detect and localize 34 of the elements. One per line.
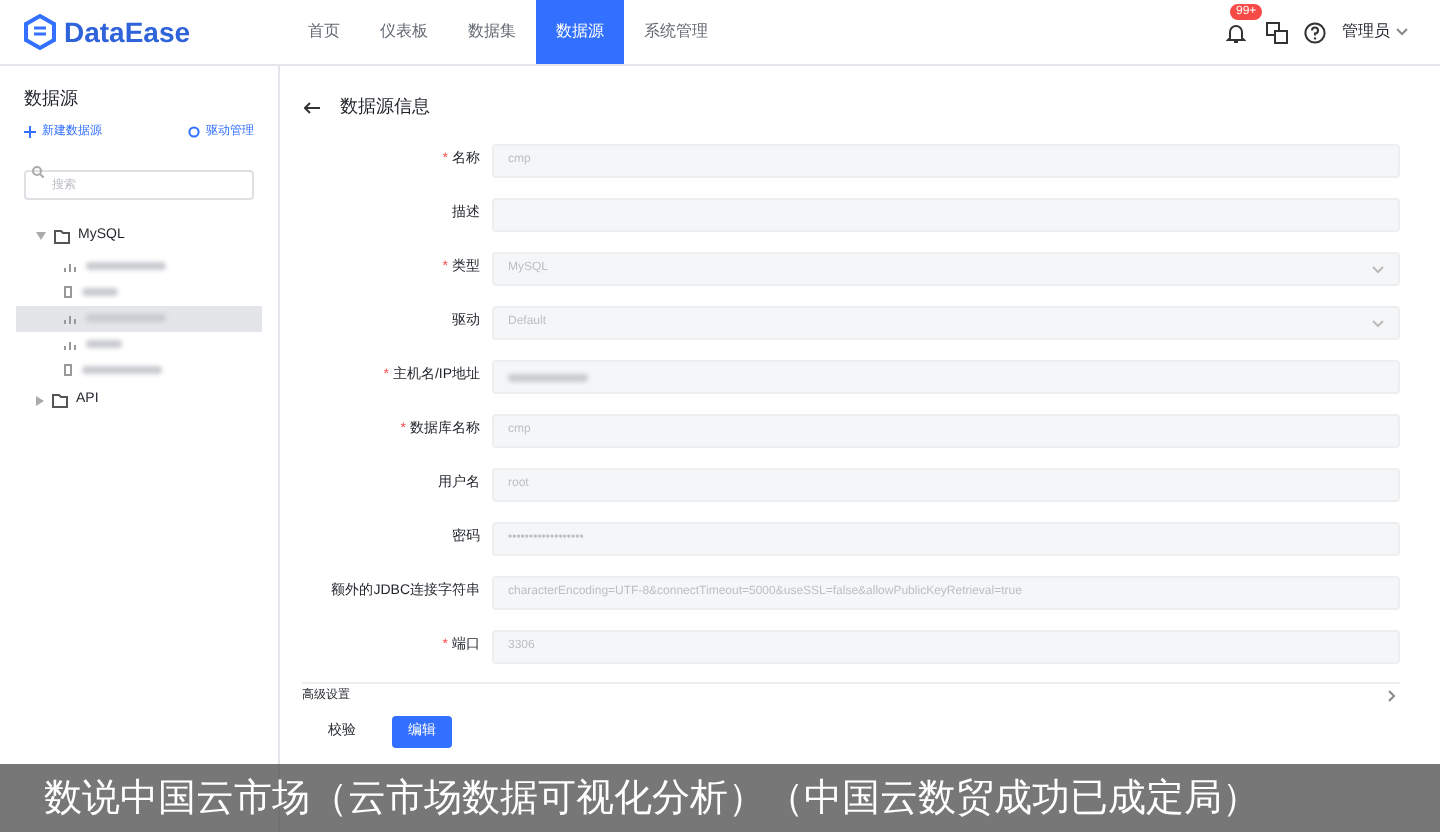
nav-tab[interactable]: 数据集 [448,0,536,64]
logo-text: DataEase [64,13,191,51]
chevron-right-icon [1388,690,1396,702]
blurred-text [82,288,118,296]
nav-tab[interactable]: 数据源 [536,0,624,64]
logo-icon [24,14,56,50]
chevron-down-icon [1396,28,1408,36]
help-icon[interactable] [1304,21,1326,43]
chevron-down-icon [1372,265,1384,273]
chart-icon [64,339,76,349]
blurred-text [86,262,166,270]
nav-tab[interactable]: 系统管理 [624,0,728,64]
input-field[interactable] [492,360,1400,394]
blurred-text [82,366,162,374]
sidebar-title: 数据源 [24,86,80,112]
chevron-down-icon [1372,319,1384,327]
folder-icon [52,393,68,407]
nav-tab[interactable]: 首页 [288,0,360,64]
blurred-text [86,340,122,348]
folder-icon [54,229,70,243]
nav-tab[interactable]: 仪表板 [360,0,448,64]
user-menu[interactable]: 管理员 [1342,20,1408,44]
tree-item[interactable] [16,305,262,331]
file-icon [64,286,72,298]
back-arrow-icon[interactable] [304,102,320,114]
bell-icon[interactable] [1226,21,1246,43]
plus-icon [24,126,36,138]
translate-icon[interactable] [1266,21,1288,43]
search-icon [32,165,44,177]
chart-icon [64,261,76,271]
form-title: 数据源信息 [340,94,430,121]
file-icon [64,364,72,376]
caption-text: 数说中国云市场（云市场数据可视化分析）（中国云数贸成功已成定局） [44,773,1260,824]
chart-icon [64,313,76,323]
